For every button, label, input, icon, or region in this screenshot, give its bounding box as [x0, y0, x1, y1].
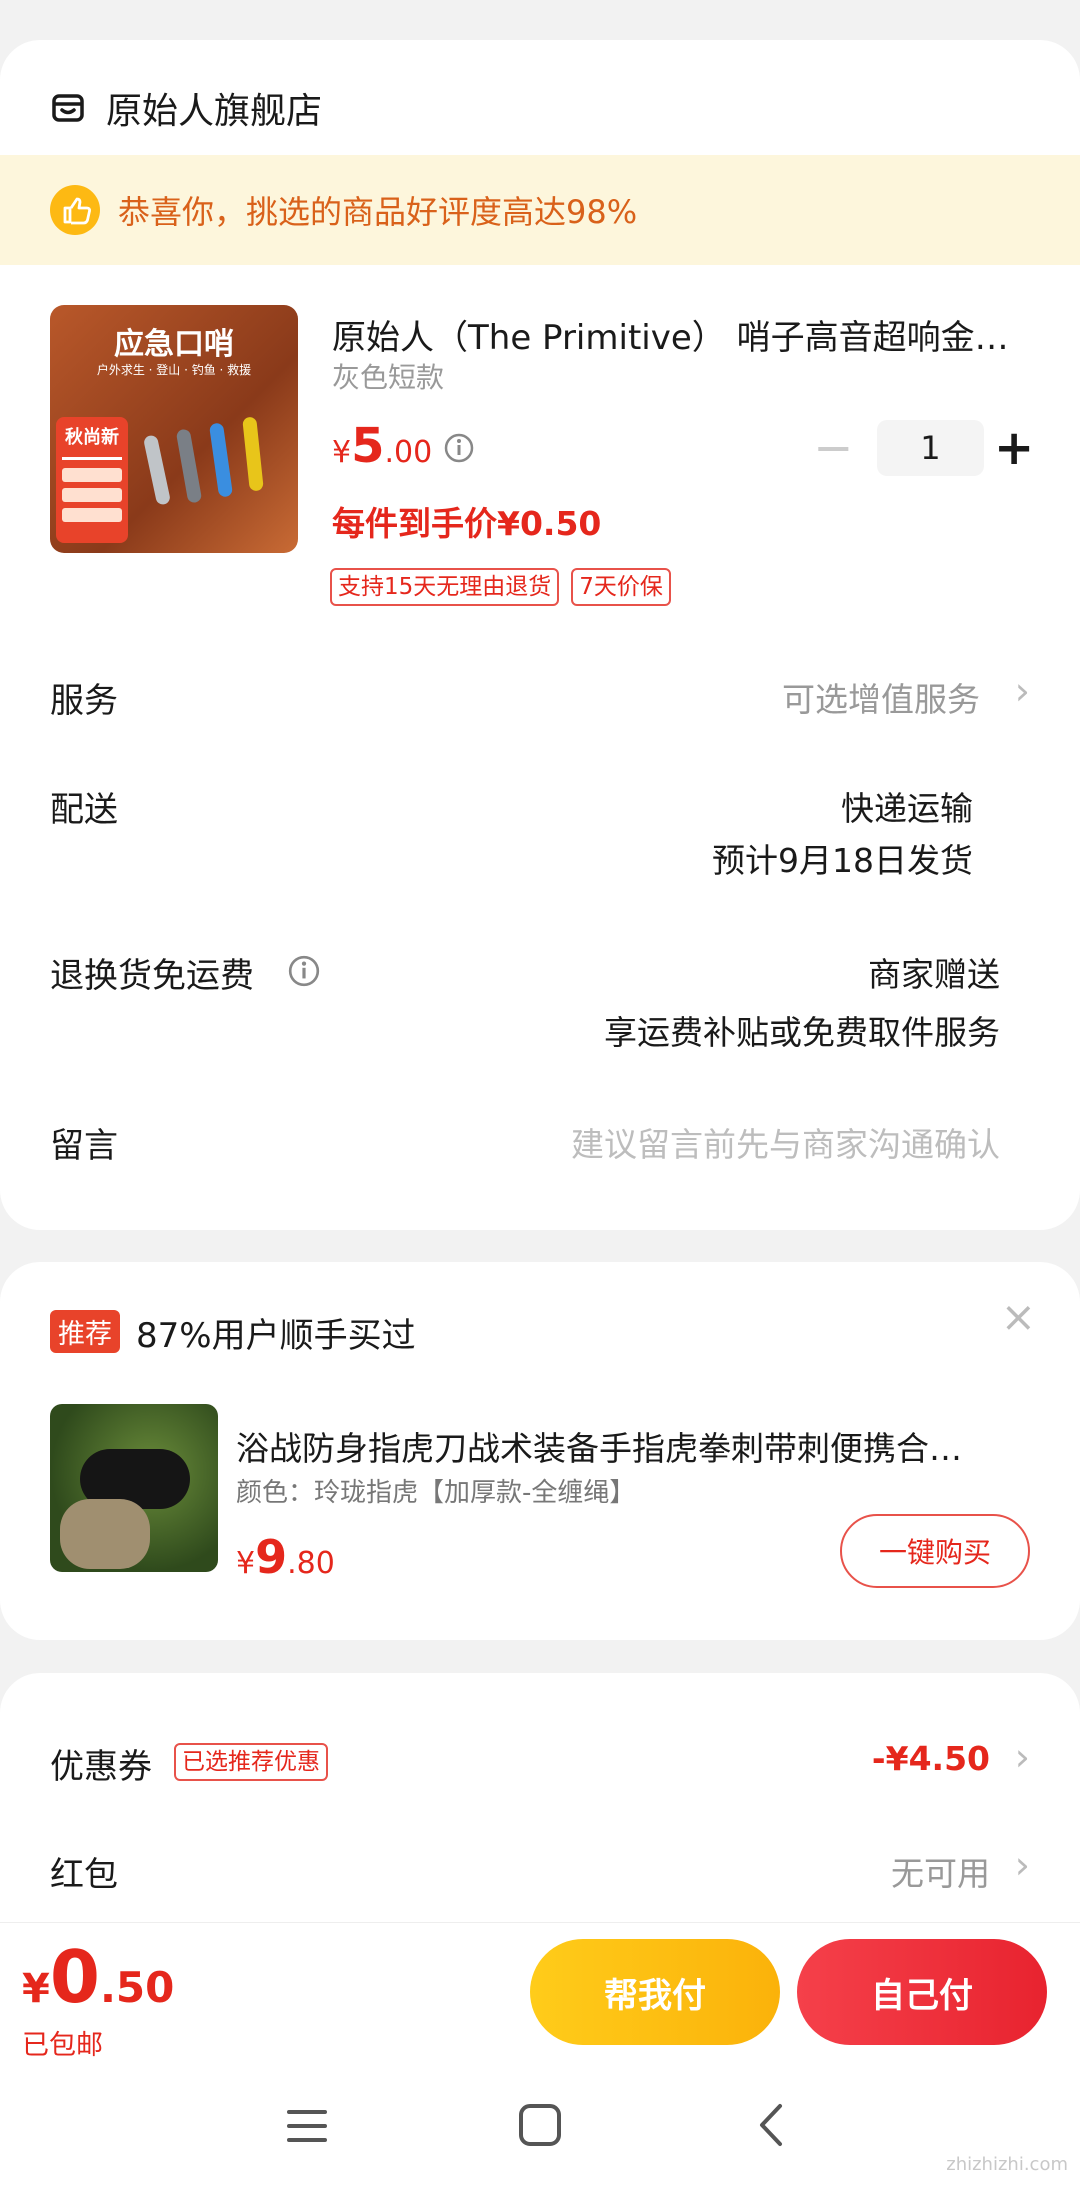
thumbs-up-icon: [50, 185, 100, 235]
recommend-card: 推荐 87%用户顺手买过 × 浴战防身指虎刀战术装备手指虎拳刺带刺便携合… 颜色…: [0, 1262, 1080, 1640]
store-icon: [50, 90, 86, 126]
close-icon[interactable]: ×: [1001, 1292, 1036, 1341]
chevron-right-icon: ›: [1014, 669, 1030, 713]
return-info-icon[interactable]: [287, 954, 321, 988]
delivery-eta: 预计9月18日发货: [712, 841, 973, 880]
watermark: zhizhizhi.com: [946, 2154, 1068, 2175]
redpacket-label: 红包: [50, 1855, 118, 1895]
shop-name: 原始人旗舰店: [106, 91, 323, 132]
checkout-bar: ¥ 0 .50 已包邮 帮我付 自己付: [0, 1922, 1080, 2072]
whistle-shape: [208, 422, 234, 498]
image-title: 应急口哨: [114, 327, 234, 362]
price-info-icon[interactable]: [443, 432, 475, 464]
coupon-value: -¥4.50: [871, 1739, 990, 1778]
return-tag: 支持15天无理由退货: [330, 568, 560, 606]
image-badge: 秋尚新: [56, 417, 128, 543]
menu-icon[interactable]: [285, 2106, 329, 2146]
service-row[interactable]: 服务 可选增值服务 ›: [50, 665, 1030, 725]
chevron-right-icon: ›: [1014, 1735, 1030, 1779]
service-label: 服务: [50, 681, 118, 721]
home-icon[interactable]: [517, 2102, 563, 2148]
price-protect-tag: 7天价保: [571, 568, 671, 606]
whistle-shape: [142, 434, 172, 506]
product-image[interactable]: 应急口哨 户外求生 · 登山 · 钓鱼 · 救援 秋尚新: [50, 305, 298, 553]
quantity-stepper: − 1 +: [810, 420, 1034, 476]
delivery-label: 配送: [50, 790, 118, 830]
help-pay-button[interactable]: 帮我付: [530, 1939, 780, 2045]
hand-shape: [60, 1499, 150, 1569]
self-pay-button[interactable]: 自己付: [797, 1939, 1047, 2045]
recommend-item-title[interactable]: 浴战防身指虎刀战术装备手指虎拳刺带刺便携合…: [236, 1422, 1036, 1470]
total-price: ¥ 0 .50: [22, 1935, 175, 2019]
return-value: 商家赠送: [868, 955, 1000, 994]
notice-text: 恭喜你，挑选的商品好评度高达98%: [118, 193, 638, 231]
quick-buy-button[interactable]: 一键购买: [840, 1514, 1030, 1588]
whistle-shape: [175, 428, 203, 504]
order-card: 原始人旗舰店 恭喜你，挑选的商品好评度高达98% 应急口哨 户外求生 · 登山 …: [0, 40, 1080, 1230]
recommend-price: ¥ 9 .80: [236, 1530, 335, 1584]
recommend-badge: 推荐: [50, 1310, 120, 1353]
system-navbar: zhizhizhi.com: [0, 2072, 1080, 2189]
message-input[interactable]: 建议留言前先与商家沟通确认: [571, 1118, 1000, 1166]
return-desc: 享运费补贴或免费取件服务: [604, 1013, 1000, 1052]
image-subtitle: 户外求生 · 登山 · 钓鱼 · 救援: [96, 363, 252, 377]
increase-button[interactable]: +: [994, 424, 1034, 472]
recommend-title: 87%用户顺手买过: [136, 1316, 416, 1356]
service-tags: 支持15天无理由退货 7天价保: [330, 568, 671, 606]
coupon-tag: 已选推荐优惠: [174, 1743, 328, 1781]
whistle-shape: [242, 416, 264, 492]
shop-header[interactable]: 原始人旗舰店: [50, 78, 322, 138]
service-value: 可选增值服务: [782, 680, 980, 719]
delivery-value[interactable]: 快递运输: [841, 782, 973, 830]
coupon-label: 优惠券: [50, 1747, 152, 1787]
coupon-row[interactable]: 优惠券 已选推荐优惠 -¥4.50 ›: [50, 1733, 1030, 1793]
message-label: 留言: [50, 1126, 118, 1166]
product-title[interactable]: 原始人（The Primitive） 哨子高音超响金…: [332, 310, 1032, 359]
return-label: 退换货免运费: [50, 956, 254, 996]
back-icon[interactable]: [756, 2100, 786, 2150]
recommend-item-variant: 颜色：玲珑指虎【加厚款-全缠绳】: [236, 1478, 636, 1508]
recommend-image[interactable]: [50, 1404, 218, 1572]
product-variant[interactable]: 灰色短款: [332, 356, 444, 396]
shipping-note: 已包邮: [22, 2030, 103, 2061]
redpacket-row[interactable]: 红包 无可用 ›: [50, 1841, 1030, 1901]
final-price: 每件到手价¥0.50: [332, 504, 602, 543]
product-price: ¥ 5 .00: [332, 418, 433, 474]
decrease-button[interactable]: −: [810, 424, 857, 472]
redpacket-value: 无可用: [891, 1854, 990, 1893]
quantity-field[interactable]: 1: [876, 420, 984, 476]
chevron-right-icon: ›: [1014, 1843, 1030, 1887]
rating-notice: 恭喜你，挑选的商品好评度高达98%: [0, 155, 1080, 265]
